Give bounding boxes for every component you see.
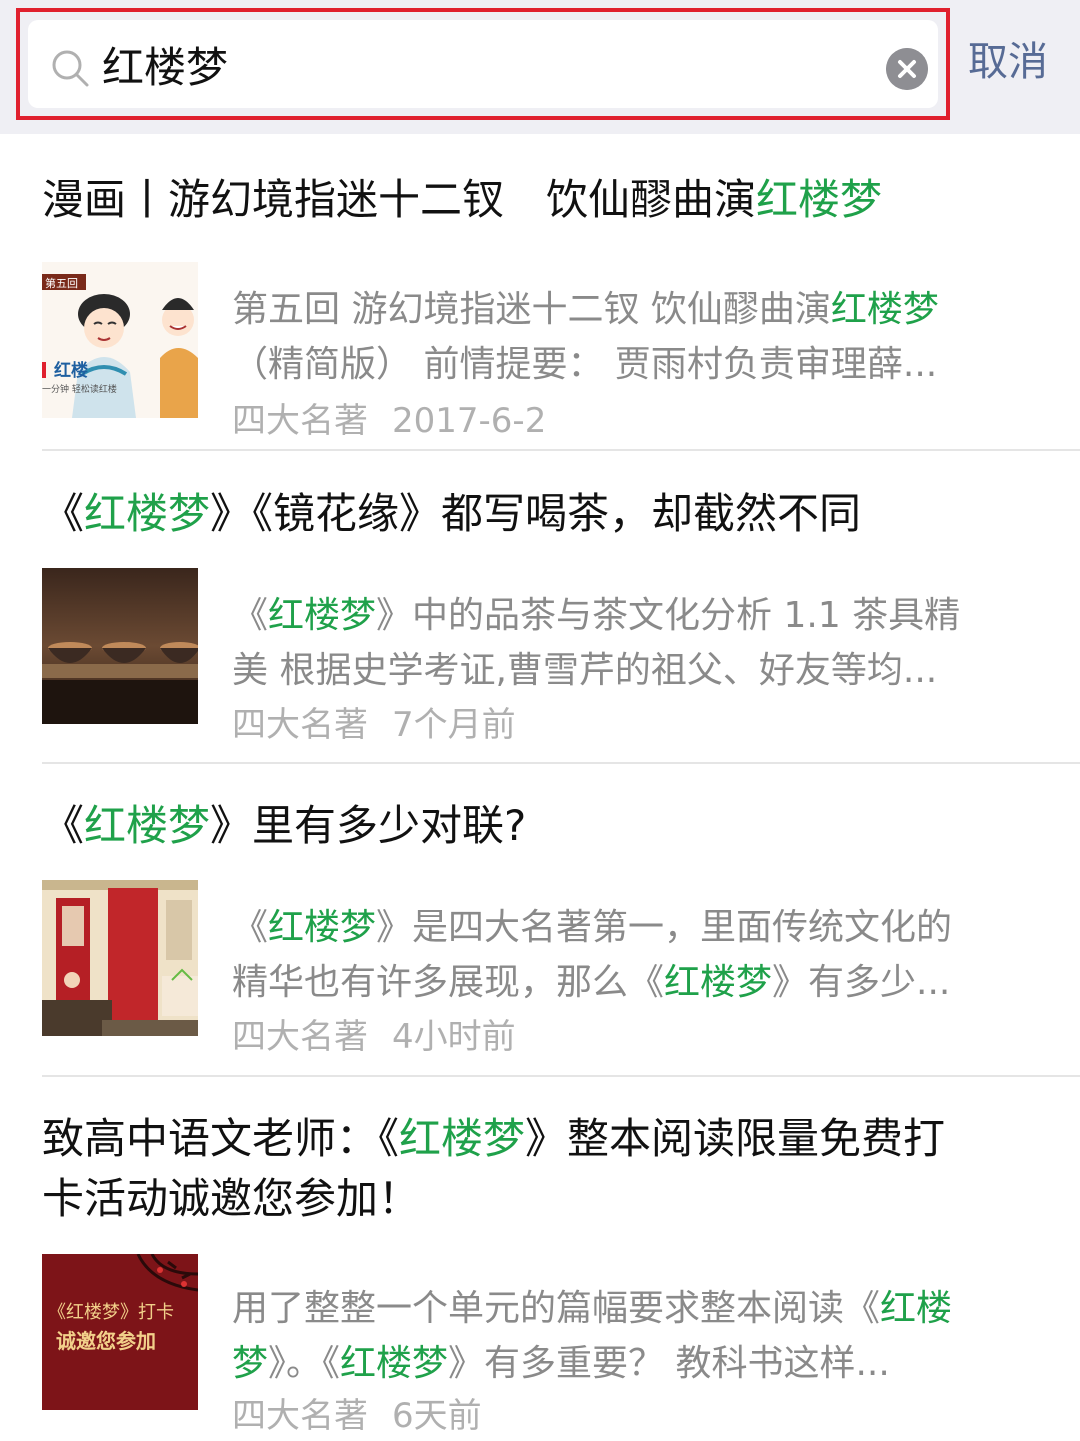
result-item[interactable]: 漫画丨游幻境指迷十二钗 饮仙醪曲演红楼梦 第五回 红楼 一分钟 轻松读红楼 第五… xyxy=(42,170,1038,450)
result-meta: 四大名著 6天前 xyxy=(232,1391,482,1441)
divider xyxy=(42,449,1080,451)
result-meta: 四大名著 7个月前 xyxy=(232,700,516,750)
tea-cups-thumbnail xyxy=(42,568,198,724)
result-source[interactable]: 四大名著 xyxy=(232,705,368,745)
result-title[interactable]: 漫画丨游幻境指迷十二钗 饮仙醪曲演红楼梦 xyxy=(42,170,1038,230)
result-meta: 四大名著 2017-6-2 xyxy=(232,396,546,446)
clear-icon[interactable] xyxy=(886,48,928,90)
thumb-text: 第五回 xyxy=(45,276,78,290)
result-date: 6天前 xyxy=(392,1396,482,1436)
result-snippet: 《红楼梦》是四大名著第一，里面传统文化的 精华也有许多展现，那么《红楼梦》有多少… xyxy=(232,907,953,1003)
painting-thumbnail xyxy=(42,880,198,1036)
search-bar: 取消 xyxy=(0,0,1080,134)
thumb-text: 《红楼梦》打卡 xyxy=(48,1302,174,1323)
result-date: 2017-6-2 xyxy=(392,401,547,441)
result-title[interactable]: 致高中语文老师：《红楼梦》整本阅读限量免费打 卡活动诚邀您参加！ xyxy=(42,1109,1038,1229)
search-box-highlight xyxy=(16,8,950,120)
thumb-text: 诚邀您参加 xyxy=(56,1329,156,1353)
result-snippet: 《红楼梦》中的品茶与茶文化分析 1.1 茶具精 美 根据史学考证,曹雪芹的祖父、… xyxy=(232,595,961,691)
thumb-text: 红楼 xyxy=(54,360,88,381)
search-icon xyxy=(52,50,89,87)
thumb-text: 一分钟 轻松读红楼 xyxy=(42,383,117,395)
result-snippet: 用了整整一个单元的篇幅要求整本阅读《红楼 梦》。《红楼梦》有多重要？ 教科书这样… xyxy=(232,1288,953,1384)
result-source[interactable]: 四大名著 xyxy=(232,401,368,441)
result-date: 4小时前 xyxy=(392,1017,516,1057)
search-input[interactable] xyxy=(102,34,862,102)
result-title[interactable]: 《红楼梦》《镜花缘》都写喝茶，却截然不同 xyxy=(42,484,1038,544)
result-snippet: 第五回 游幻境指迷十二钗 饮仙醪曲演红楼梦 （精简版） 前情提要： 贾雨村负责审… xyxy=(232,289,939,385)
red-poster-thumbnail: 《红楼梦》打卡 诚邀您参加 xyxy=(42,1254,198,1410)
result-item[interactable]: 《红楼梦》《镜花缘》都写喝茶，却截然不同 《红楼梦》中的品茶与茶文化分析 1.1… xyxy=(42,484,1038,764)
result-item[interactable]: 《红楼梦》里有多少对联? 《红楼梦》是四大名著第一，里面传统文化的 精华也有许多… xyxy=(42,796,1038,1076)
result-title[interactable]: 《红楼梦》里有多少对联? xyxy=(42,796,1038,856)
result-meta: 四大名著 4小时前 xyxy=(232,1012,516,1062)
cartoon-thumbnail: 第五回 红楼 一分钟 轻松读红楼 xyxy=(42,262,198,418)
result-source[interactable]: 四大名著 xyxy=(232,1017,368,1057)
result-date: 7个月前 xyxy=(392,705,516,745)
result-source[interactable]: 四大名著 xyxy=(232,1396,368,1436)
search-field[interactable] xyxy=(28,20,938,108)
divider xyxy=(42,762,1080,764)
divider xyxy=(42,1075,1080,1077)
result-item[interactable]: 致高中语文老师：《红楼梦》整本阅读限量免费打 卡活动诚邀您参加！ 《红楼梦》打卡… xyxy=(42,1109,1038,1436)
cancel-button[interactable]: 取消 xyxy=(968,30,1048,94)
